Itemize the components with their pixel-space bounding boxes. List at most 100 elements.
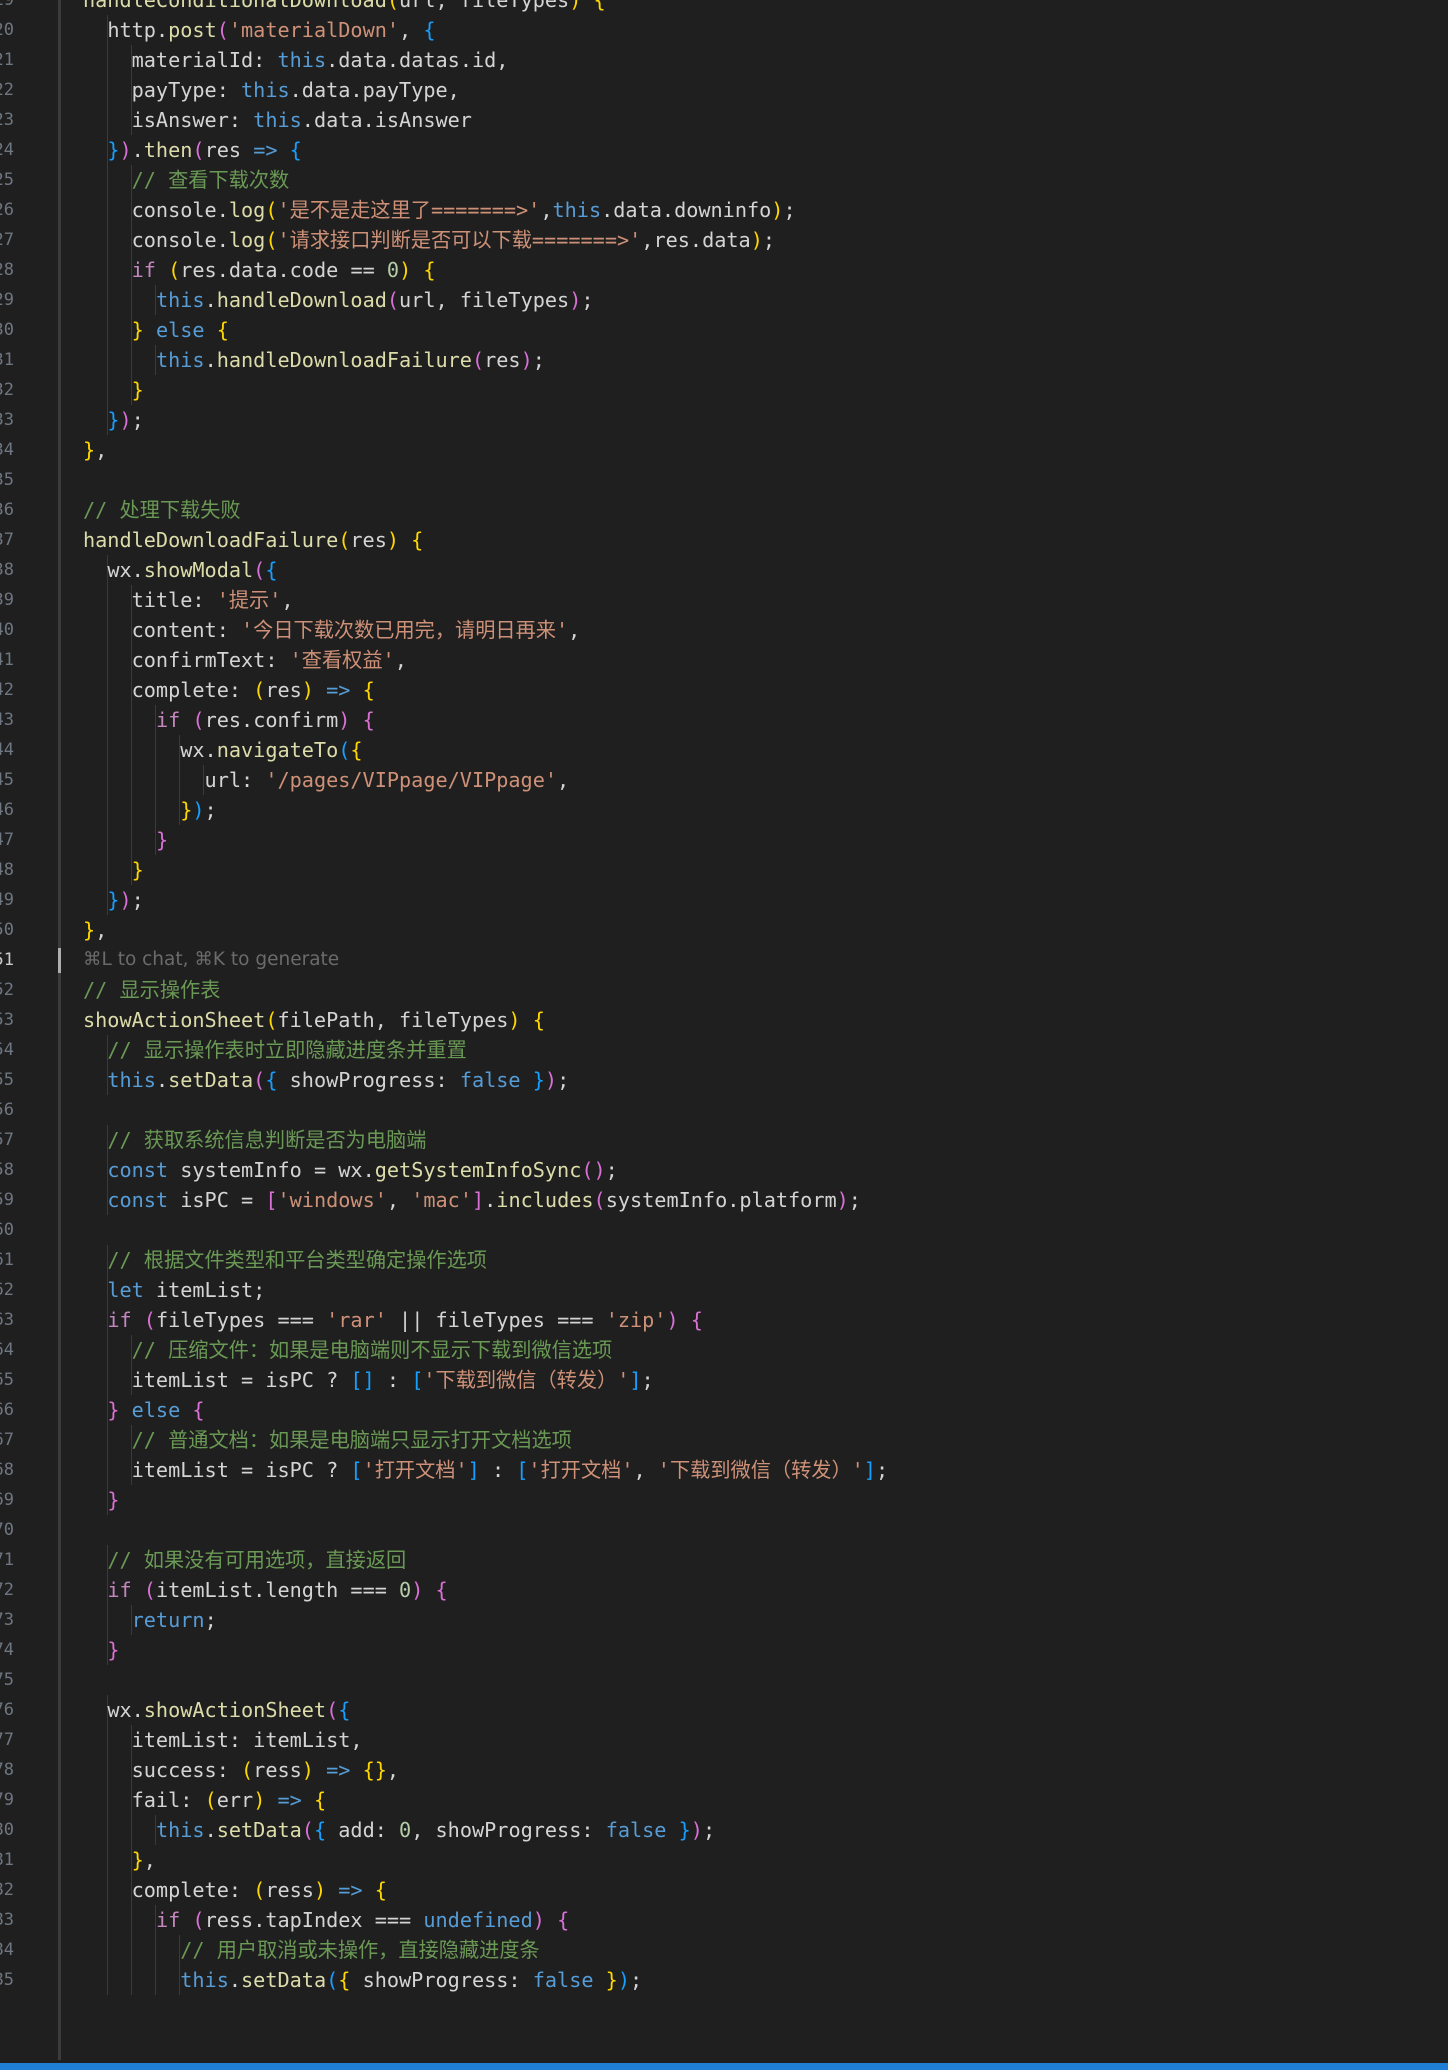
code-line[interactable]: 61 // 根据文件类型和平台类型确定操作选项 — [0, 1245, 1448, 1275]
code-line-text: wx.navigateTo({ — [180, 738, 363, 762]
code-line[interactable]: 30 } else { — [0, 315, 1448, 345]
code-line[interactable]: 70 — [0, 1515, 1448, 1545]
code-line[interactable]: 38 wx.showModal({ — [0, 555, 1448, 585]
line-number: 36 — [0, 500, 14, 520]
code-line-text: // 用户取消或未操作，直接隐藏进度条 — [180, 1938, 540, 1962]
code-line[interactable]: 31 this.handleDownloadFailure(res); — [0, 345, 1448, 375]
code-line[interactable]: 27 console.log('请求接口判断是否可以下载=======>',re… — [0, 225, 1448, 255]
code-line[interactable]: 43 if (res.confirm) { — [0, 705, 1448, 735]
code-line[interactable]: 58 const systemInfo = wx.getSystemInfoSy… — [0, 1155, 1448, 1185]
code-line-text: content: '今日下载次数已用完，请明日再来', — [131, 618, 581, 642]
code-line[interactable]: 75 — [0, 1665, 1448, 1695]
code-line[interactable]: 77 itemList: itemList, — [0, 1725, 1448, 1755]
code-line[interactable]: 80 this.setData({ add: 0, showProgress: … — [0, 1815, 1448, 1845]
inline-ai-hint: ⌘L to chat, ⌘K to generate — [83, 949, 340, 970]
code-line-text: if (ress.tapIndex === undefined) { — [155, 1908, 570, 1932]
code-line[interactable]: 23 isAnswer: this.data.isAnswer — [0, 105, 1448, 135]
code-line[interactable]: 76 wx.showActionSheet({ — [0, 1695, 1448, 1725]
code-line-text: console.log('请求接口判断是否可以下载=======>',res.d… — [131, 228, 775, 252]
code-line-text: // 显示操作表时立即隐藏进度条并重置 — [107, 1038, 467, 1062]
line-number: 45 — [0, 770, 14, 790]
line-number: 41 — [0, 650, 14, 670]
code-line[interactable]: 72 if (itemList.length === 0) { — [0, 1575, 1448, 1605]
code-line[interactable]: 37 handleDownloadFailure(res) { — [0, 525, 1448, 555]
code-line[interactable]: 81 }, — [0, 1845, 1448, 1875]
code-line[interactable]: 28 if (res.data.code == 0) { — [0, 255, 1448, 285]
code-line-text: // 如果没有可用选项，直接返回 — [107, 1548, 407, 1572]
code-line-text: isAnswer: this.data.isAnswer — [131, 108, 472, 132]
line-number: 48 — [0, 860, 14, 880]
code-line-text: }, — [83, 918, 108, 942]
code-line[interactable]: 82 complete: (ress) => { — [0, 1875, 1448, 1905]
code-line[interactable]: 25 // 查看下载次数 — [0, 165, 1448, 195]
code-line[interactable]: 69 } — [0, 1485, 1448, 1515]
code-line[interactable]: 42 complete: (res) => { — [0, 675, 1448, 705]
code-line-text: } — [155, 828, 169, 852]
line-number: 26 — [0, 200, 14, 220]
code-lines[interactable]: 19 handleConditionalDownload(url, fileTyp… — [0, 0, 1448, 1995]
code-line[interactable]: 62 let itemList; — [0, 1275, 1448, 1305]
code-line[interactable]: 24 }).then(res => { — [0, 135, 1448, 165]
code-line[interactable]: 44 wx.navigateTo({ — [0, 735, 1448, 765]
code-line-text: let itemList; — [107, 1278, 266, 1302]
code-line-text: if (fileTypes === 'rar' || fileTypes ===… — [107, 1308, 703, 1332]
code-line[interactable]: 20 http.post('materialDown', { — [0, 15, 1448, 45]
code-line[interactable]: 47 } — [0, 825, 1448, 855]
code-line[interactable]: 29 this.handleDownload(url, fileTypes); — [0, 285, 1448, 315]
code-line[interactable]: 54 // 显示操作表时立即隐藏进度条并重置 — [0, 1035, 1448, 1065]
code-line-text: materialId: this.data.datas.id, — [131, 48, 509, 72]
line-number: 56 — [0, 1100, 14, 1120]
code-line[interactable]: 78 success: (ress) => {}, — [0, 1755, 1448, 1785]
code-line[interactable]: 50}, — [0, 915, 1448, 945]
code-line-text: // 根据文件类型和平台类型确定操作选项 — [107, 1248, 487, 1272]
code-line[interactable]: 46 }); — [0, 795, 1448, 825]
code-line[interactable]: 22 payType: this.data.payType, — [0, 75, 1448, 105]
code-line[interactable]: 64 // 压缩文件：如果是电脑端则不显示下载到微信选项 — [0, 1335, 1448, 1365]
code-line[interactable]: 52 // 显示操作表 — [0, 975, 1448, 1005]
code-line[interactable]: 51 ⌘L to chat, ⌘K to generate — [0, 945, 1448, 975]
line-number: 33 — [0, 410, 14, 430]
code-line[interactable]: 73 return; — [0, 1605, 1448, 1635]
code-line[interactable]: 83 if (ress.tapIndex === undefined) { — [0, 1905, 1448, 1935]
code-line[interactable]: 57 // 获取系统信息判断是否为电脑端 — [0, 1125, 1448, 1155]
code-line[interactable]: 66 } else { — [0, 1395, 1448, 1425]
code-line[interactable]: 55 this.setData({ showProgress: false })… — [0, 1065, 1448, 1095]
code-line[interactable]: 53 showActionSheet(filePath, fileTypes) { — [0, 1005, 1448, 1035]
code-line[interactable]: 84 // 用户取消或未操作，直接隐藏进度条 — [0, 1935, 1448, 1965]
code-line[interactable]: 49 }); — [0, 885, 1448, 915]
code-line[interactable]: 19 handleConditionalDownload(url, fileTyp… — [0, 0, 1448, 15]
code-line[interactable]: 74 } — [0, 1635, 1448, 1665]
code-line-text: // 普通文档：如果是电脑端只显示打开文档选项 — [131, 1428, 572, 1452]
code-line[interactable]: 65 itemList = isPC ? [] : ['下载到微信（转发）']; — [0, 1365, 1448, 1395]
code-line[interactable]: 39 title: '提示', — [0, 585, 1448, 615]
code-line[interactable]: 56 — [0, 1095, 1448, 1125]
code-line[interactable]: 41 confirmText: '查看权益', — [0, 645, 1448, 675]
line-number: 21 — [0, 50, 14, 70]
code-line[interactable]: 48 } — [0, 855, 1448, 885]
code-line[interactable]: 35 — [0, 465, 1448, 495]
code-line[interactable]: 71 // 如果没有可用选项，直接返回 — [0, 1545, 1448, 1575]
code-line[interactable]: 40 content: '今日下载次数已用完，请明日再来', — [0, 615, 1448, 645]
code-line[interactable]: 68 itemList = isPC ? ['打开文档'] : ['打开文档',… — [0, 1455, 1448, 1485]
code-line[interactable]: 32 } — [0, 375, 1448, 405]
line-number: 66 — [0, 1400, 14, 1420]
code-line[interactable]: 85 this.setData({ showProgress: false })… — [0, 1965, 1448, 1995]
code-line[interactable]: 63 if (fileTypes === 'rar' || fileTypes … — [0, 1305, 1448, 1335]
code-line[interactable]: 34}, — [0, 435, 1448, 465]
code-line[interactable]: 45 url: '/pages/VIPpage/VIPpage', — [0, 765, 1448, 795]
line-number: 29 — [0, 290, 14, 310]
code-line-text: handleDownloadFailure(res) { — [83, 528, 424, 552]
code-line-text: this.handleDownload(url, fileTypes); — [155, 288, 594, 312]
code-line[interactable]: 67 // 普通文档：如果是电脑端只显示打开文档选项 — [0, 1425, 1448, 1455]
code-line[interactable]: 60 — [0, 1215, 1448, 1245]
code-line[interactable]: 36 // 处理下载失败 — [0, 495, 1448, 525]
code-line[interactable]: 33 }); — [0, 405, 1448, 435]
code-line[interactable]: 59 const isPC = ['windows', 'mac'].inclu… — [0, 1185, 1448, 1215]
code-editor[interactable]: 19 handleConditionalDownload(url, fileTyp… — [0, 0, 1448, 2070]
line-number: 37 — [0, 530, 14, 550]
code-line[interactable]: 26 console.log('是不是走这里了=======>',this.da… — [0, 195, 1448, 225]
code-line[interactable]: 79 fail: (err) => { — [0, 1785, 1448, 1815]
code-line-text: } — [107, 1638, 120, 1662]
code-line[interactable]: 21 materialId: this.data.datas.id, — [0, 45, 1448, 75]
line-number: 64 — [0, 1340, 14, 1360]
